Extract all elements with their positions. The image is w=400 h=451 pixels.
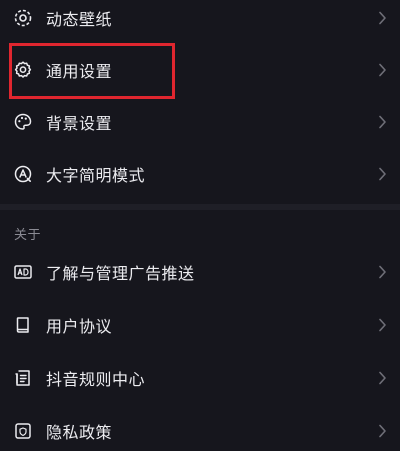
settings-list: 动态壁纸 通用设置 背景设置 大字简明模式 关于 了解与管理广告推送 用户协议 … (0, 0, 400, 451)
about-section-title: 关于 (14, 228, 42, 243)
chevron-right-icon (378, 371, 387, 385)
shield-icon (13, 421, 33, 441)
chevron-right-icon (378, 424, 387, 438)
privacy-policy-label: 隐私政策 (46, 423, 113, 442)
live-wallpaper-icon (13, 8, 33, 28)
rules-center-row[interactable]: 抖音规则中心 (0, 358, 400, 398)
live-wallpaper-label: 动态壁纸 (46, 10, 113, 29)
section-divider (0, 204, 400, 210)
rules-center-label: 抖音规则中心 (46, 370, 146, 389)
background-settings-label: 背景设置 (46, 114, 113, 133)
large-font-mode-row[interactable]: 大字简明模式 (0, 154, 400, 194)
chevron-right-icon (378, 115, 387, 129)
ad-management-label: 了解与管理广告推送 (46, 264, 195, 283)
chevron-right-icon (378, 11, 387, 25)
general-settings-label: 通用设置 (46, 62, 113, 81)
ad-icon (13, 262, 33, 282)
large-font-mode-label: 大字简明模式 (46, 166, 146, 185)
document-list-icon (13, 368, 33, 388)
palette-icon (13, 112, 33, 132)
live-wallpaper-row[interactable]: 动态壁纸 (0, 0, 400, 38)
chevron-right-icon (378, 63, 387, 77)
general-settings-row[interactable]: 通用设置 (0, 50, 400, 90)
book-icon (13, 315, 33, 335)
large-font-icon (13, 164, 33, 184)
gear-icon (13, 60, 33, 80)
chevron-right-icon (378, 167, 387, 181)
ad-management-row[interactable]: 了解与管理广告推送 (0, 252, 400, 292)
background-settings-row[interactable]: 背景设置 (0, 102, 400, 142)
chevron-right-icon (378, 318, 387, 332)
user-agreement-row[interactable]: 用户协议 (0, 305, 400, 345)
privacy-policy-row[interactable]: 隐私政策 (0, 411, 400, 451)
user-agreement-label: 用户协议 (46, 317, 113, 336)
chevron-right-icon (378, 265, 387, 279)
